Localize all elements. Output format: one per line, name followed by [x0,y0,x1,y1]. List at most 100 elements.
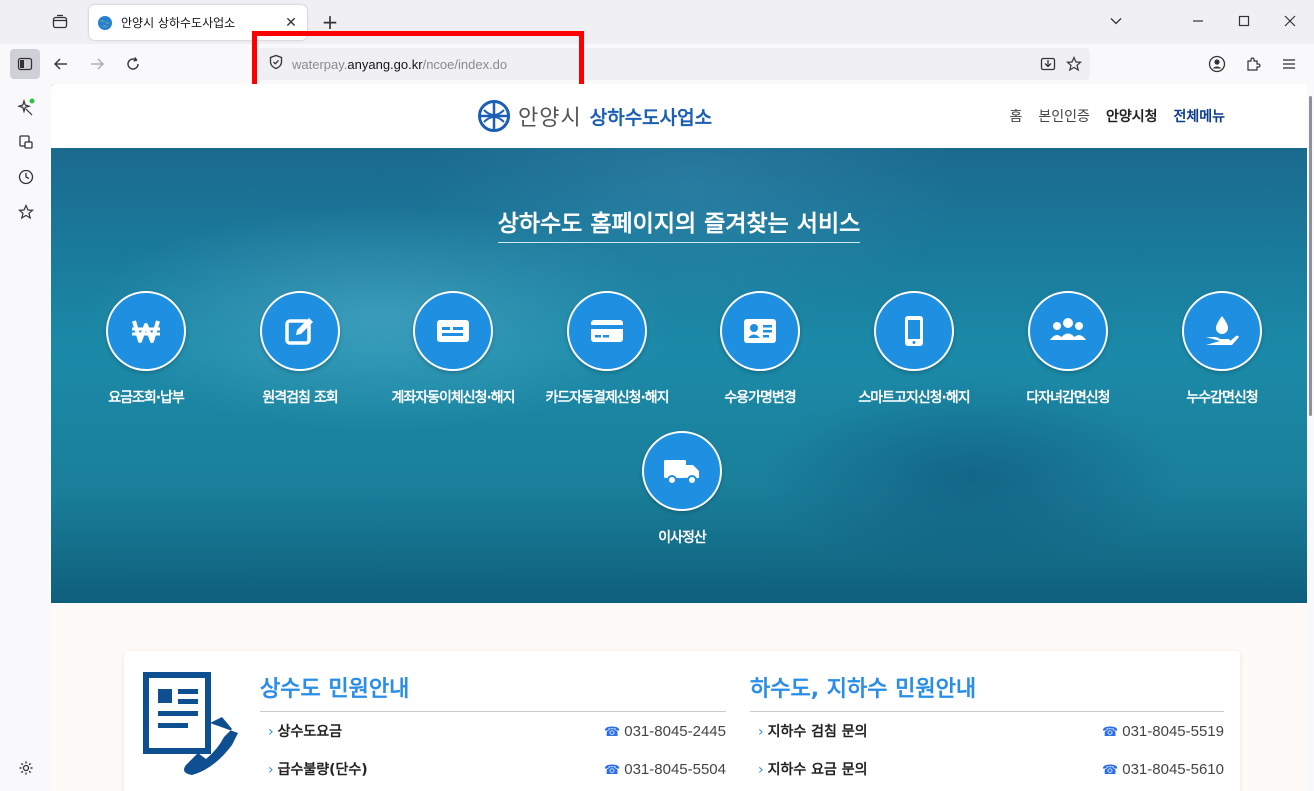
top-links: 홈 본인인증 안양시청 전체메뉴 [1010,106,1225,126]
back-arrow-icon[interactable] [46,49,76,79]
id-card-icon [744,319,776,343]
water-drop-hand-icon [1206,316,1239,345]
phone-number: 031-8045-5610 [1122,760,1224,778]
list-item[interactable]: 급수불량(단수) ☎031-8045-5504 [260,750,726,788]
service-circle [260,291,340,371]
won-icon [132,320,160,343]
phone-number: 031-8045-5519 [1122,722,1224,740]
hero-title: 상하수도 홈페이지의 즐겨찾는 서비스 [497,204,861,243]
service-account-autopay[interactable]: 계좌자동이체신청·해지 [368,291,538,407]
tab-list-icon[interactable] [44,8,76,36]
tab-title: 안양시 상하수도사업소 [121,16,236,30]
top-link-verify[interactable]: 본인인증 [1038,106,1090,126]
bookmark-star-icon[interactable] [1065,56,1083,76]
service-leak-discount[interactable]: 누수감면신청 [1137,291,1307,407]
phone-icon: ☎ [1102,761,1119,777]
service-multichild-discount[interactable]: 다자녀감면신청 [983,291,1153,407]
item-phone: ☎ 031-8045-5610 [1102,761,1224,778]
top-link-cityhall[interactable]: 안양시청 [1106,106,1158,126]
item-phone: ☎ 031-8045-2445 [604,723,726,740]
document-phone-icon [140,669,240,789]
history-clock-icon[interactable] [14,165,38,189]
settings-gear-icon[interactable] [14,756,38,780]
service-label: 카드자동결제신청·해지 [545,390,669,406]
credit-card-icon [591,320,623,342]
url-path: /ncoe/index.do [422,56,508,72]
truck-icon [664,460,699,485]
service-circle [1028,291,1108,371]
service-bill-payment[interactable]: 요금조회·납부 [61,291,231,407]
service-label: 요금조회·납부 [108,390,185,406]
save-page-icon[interactable] [1040,56,1056,76]
item-name: 지하수 검침 문의 [758,721,868,741]
close-window-icon[interactable] [1275,8,1305,34]
shield-icon[interactable] [268,54,284,74]
service-name-change[interactable]: 수용가명변경 [675,291,845,407]
hero-title-wrap: 상하수도 홈페이지의 즐겨찾는 서비스 [51,204,1307,243]
service-label: 이사정산 [658,530,707,546]
family-icon [1050,318,1086,340]
list-item[interactable]: 상수도요금 ☎031-8045-2445 [260,712,726,750]
civil-service-info-card: 상수도 민원안내 상수도요금 ☎031-8045-2445 급수불량(단수) ☎… [124,651,1240,791]
forward-arrow-icon[interactable] [82,49,112,79]
service-circle [874,291,954,371]
top-link-home[interactable]: 홈 [1010,106,1023,126]
extensions-icon[interactable] [1238,49,1268,79]
service-circle [106,291,186,371]
sidebar-toggle-icon[interactable] [10,49,40,79]
maximize-icon[interactable] [1229,8,1259,34]
menu-hamburger-icon[interactable] [1274,49,1304,79]
site-logo[interactable]: 안양시 상하수도사업소 [478,99,712,133]
phone-icon: ☎ [604,761,621,777]
close-tab-icon[interactable]: ✕ [283,15,299,31]
service-circle [567,291,647,371]
item-phone: ☎ 031-8045-5504 [604,761,726,778]
bank-card-icon [437,320,469,342]
service-label: 계좌자동이체신청·해지 [391,390,515,406]
synced-tabs-icon[interactable] [14,130,38,154]
logo-office: 상하수도사업소 [589,106,713,129]
item-name: 급수불량(단수) [268,759,368,779]
tab-strip: 안양시 상하수도사업소 ✕ + [0,0,1314,44]
scrollbar-thumb[interactable] [1309,96,1312,416]
browser-tab[interactable]: 안양시 상하수도사업소 ✕ [89,5,307,40]
service-label: 스마트고지신청·해지 [858,390,970,406]
service-circle [642,431,722,511]
water-supply-heading: 상수도 민원안내 [260,671,726,712]
url-prefix: waterpay. [292,56,348,72]
bookmarks-star-icon[interactable] [14,200,38,224]
hero-banner: 상하수도 홈페이지의 즐겨찾는 서비스 요금조회·납부 원격검침 조회 계좌자동… [51,148,1307,603]
ai-sparkle-icon[interactable] [14,95,38,119]
service-remote-meter[interactable]: 원격검침 조회 [215,291,385,407]
item-name: 지하수 요금 문의 [758,759,868,779]
edit-icon [285,318,313,345]
reload-icon[interactable] [118,49,148,79]
service-moving-settlement[interactable]: 이사정산 [597,431,767,547]
phone-icon: ☎ [604,723,621,739]
account-icon[interactable] [1202,49,1232,79]
list-item[interactable]: 지하수 요금 문의 ☎031-8045-5610 [750,750,1224,788]
page-viewport: 안양시 상하수도사업소 홈 본인인증 안양시청 전체메뉴 상하수도 홈페이지의 … [51,84,1307,791]
phone-icon: ☎ [1102,723,1119,739]
sidebar-toolbar [0,84,51,791]
service-circle [720,291,800,371]
item-phone: ☎ 031-8045-5519 [1102,723,1224,740]
new-tab-icon[interactable]: + [318,10,342,34]
list-all-tabs-icon[interactable] [1101,8,1131,34]
service-card-autopay[interactable]: 카드자동결제신청·해지 [522,291,692,407]
list-item[interactable]: 지하수 검침 문의 ☎031-8045-5519 [750,712,1224,750]
minimize-icon[interactable] [1183,8,1213,34]
service-label: 누수감면신청 [1186,390,1258,406]
navigation-toolbar: waterpay.anyang.go.kr/ncoe/index.do [0,44,1314,84]
sewage-info: 하수도, 지하수 민원안내 지하수 검침 문의 ☎031-8045-5519 지… [750,671,1224,788]
phone-number: 031-8045-5504 [624,760,726,778]
address-bar[interactable]: waterpay.anyang.go.kr/ncoe/index.do [258,48,1090,80]
sewage-heading: 하수도, 지하수 민원안내 [750,671,1224,712]
phone-number: 031-8045-2445 [624,722,726,740]
page-scrollbar[interactable] [1307,84,1314,791]
service-smart-notice[interactable]: 스마트고지신청·해지 [829,291,999,407]
emblem-icon [478,100,510,132]
top-link-full-menu[interactable]: 전체메뉴 [1173,106,1225,126]
service-label: 수용가명변경 [724,390,796,406]
logo-city: 안양시 [518,106,582,131]
